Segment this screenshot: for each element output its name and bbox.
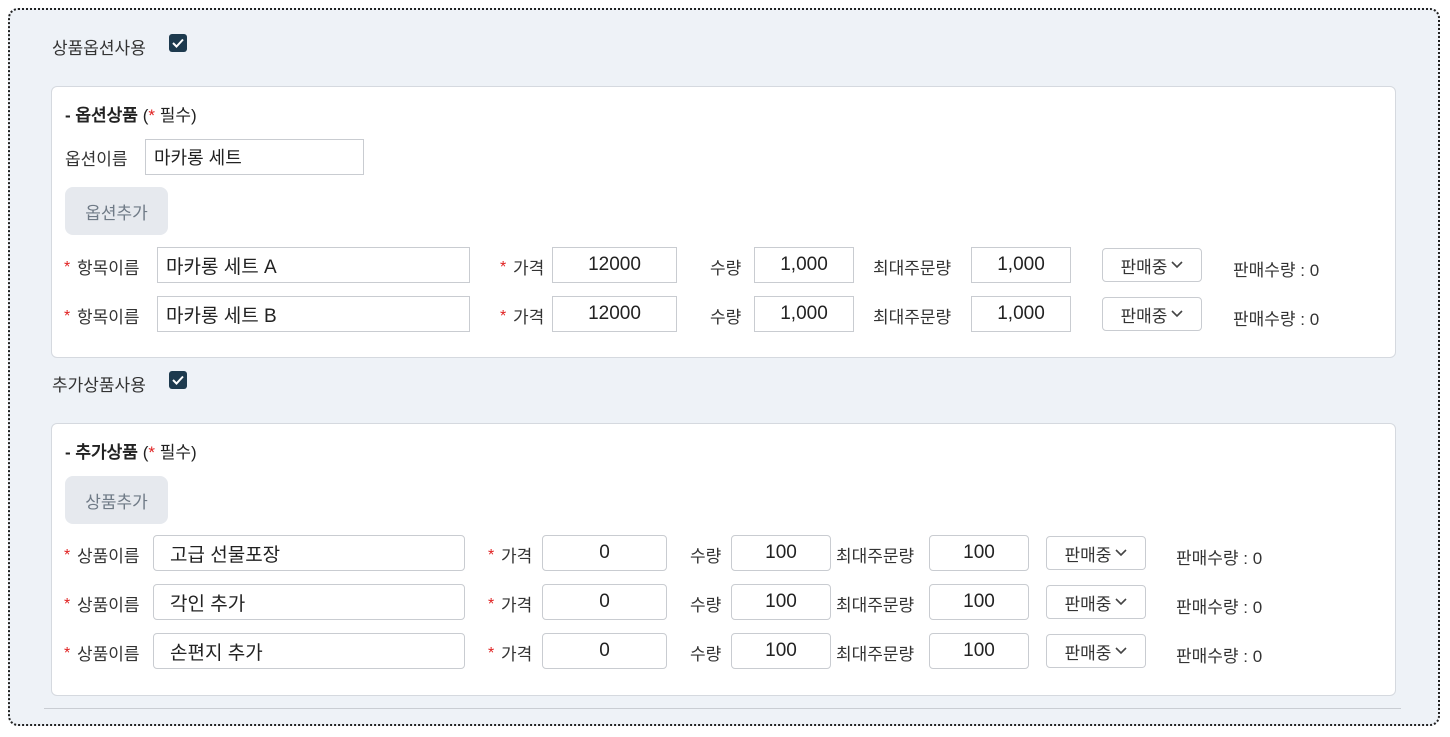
quantity-input[interactable]: 100 xyxy=(731,633,831,669)
divider xyxy=(44,708,1401,709)
add-option-button[interactable]: 옵션추가 xyxy=(65,187,168,235)
addon-section-title: - 추가상품 (* 필수) xyxy=(65,443,197,462)
chevron-down-icon xyxy=(1115,647,1128,655)
required-star-icon: * xyxy=(64,308,71,325)
max-order-label: 최대주문량 xyxy=(873,259,952,278)
quantity-input[interactable]: 100 xyxy=(731,535,831,571)
quantity-input[interactable]: 1,000 xyxy=(754,296,854,332)
add-addon-button[interactable]: 상품추가 xyxy=(65,476,168,524)
addon-use-label: 추가상품사용 xyxy=(52,376,146,395)
item-name-label: 항목이름 xyxy=(77,259,140,278)
sale-status-select[interactable]: 판매중 xyxy=(1046,536,1146,570)
max-order-input[interactable]: 100 xyxy=(929,535,1029,571)
sale-status-select[interactable]: 판매중 xyxy=(1046,585,1146,619)
price-label: 가격 xyxy=(513,308,545,327)
price-input[interactable]: 0 xyxy=(542,535,667,571)
price-label: 가격 xyxy=(513,259,545,278)
price-input[interactable]: 0 xyxy=(542,633,667,669)
item-name-input[interactable]: 고급 선물포장 xyxy=(153,535,465,571)
required-star-icon: * xyxy=(488,596,495,613)
sale-status-select[interactable]: 판매중 xyxy=(1102,297,1202,331)
item-name-input[interactable]: 마카롱 세트 A xyxy=(157,247,470,283)
sale-status-value: 판매중 xyxy=(1064,545,1112,565)
max-order-input[interactable]: 100 xyxy=(929,633,1029,669)
price-label: 가격 xyxy=(501,645,533,664)
quantity-label: 수량 xyxy=(710,259,742,278)
sold-count-label: 판매수량 : 0 xyxy=(1176,598,1263,617)
item-name-label: 상품이름 xyxy=(77,645,140,664)
price-input[interactable]: 0 xyxy=(542,584,667,620)
chevron-down-icon xyxy=(1115,549,1128,557)
max-order-label: 최대주문량 xyxy=(873,308,952,327)
item-name-input[interactable]: 각인 추가 xyxy=(153,584,465,620)
required-star-icon: * xyxy=(488,645,495,662)
sold-count-label: 판매수량 : 0 xyxy=(1176,549,1263,568)
chevron-down-icon xyxy=(1171,261,1184,269)
option-use-label: 상품옵션사용 xyxy=(52,39,146,58)
max-order-label: 최대주문량 xyxy=(836,596,915,615)
sale-status-select[interactable]: 판매중 xyxy=(1046,634,1146,668)
quantity-label: 수량 xyxy=(690,645,722,664)
addon-use-checkbox[interactable] xyxy=(169,371,187,389)
sold-count-label: 판매수량 : 0 xyxy=(1233,310,1320,329)
quantity-label: 수량 xyxy=(710,308,742,327)
required-star-icon: * xyxy=(64,596,71,613)
item-name-label: 상품이름 xyxy=(77,547,140,566)
price-label: 가격 xyxy=(501,547,533,566)
max-order-input[interactable]: 1,000 xyxy=(971,296,1071,332)
max-order-label: 최대주문량 xyxy=(836,645,915,664)
option-name-input[interactable]: 마카롱 세트 xyxy=(145,139,364,175)
option-use-checkbox[interactable] xyxy=(169,34,187,52)
quantity-input[interactable]: 1,000 xyxy=(754,247,854,283)
max-order-input[interactable]: 1,000 xyxy=(971,247,1071,283)
required-star-icon: * xyxy=(488,547,495,564)
required-star-icon: * xyxy=(148,106,155,125)
item-name-label: 항목이름 xyxy=(77,308,140,327)
quantity-input[interactable]: 100 xyxy=(731,584,831,620)
option-section-title: - 옵션상품 (* 필수) xyxy=(65,106,197,125)
sale-status-value: 판매중 xyxy=(1064,594,1112,614)
item-name-label: 상품이름 xyxy=(77,596,140,615)
required-star-icon: * xyxy=(64,547,71,564)
check-icon xyxy=(172,38,184,48)
chevron-down-icon xyxy=(1171,310,1184,318)
check-icon xyxy=(172,375,184,385)
required-star-icon: * xyxy=(500,259,507,276)
item-name-input[interactable]: 마카롱 세트 B xyxy=(157,296,470,332)
chevron-down-icon xyxy=(1115,598,1128,606)
sale-status-value: 판매중 xyxy=(1064,643,1112,663)
max-order-input[interactable]: 100 xyxy=(929,584,1029,620)
required-star-icon: * xyxy=(148,443,155,462)
sold-count-label: 판매수량 : 0 xyxy=(1233,261,1320,280)
sold-count-label: 판매수량 : 0 xyxy=(1176,647,1263,666)
sale-status-value: 판매중 xyxy=(1120,257,1168,277)
price-label: 가격 xyxy=(501,596,533,615)
sale-status-select[interactable]: 판매중 xyxy=(1102,248,1202,282)
sale-status-value: 판매중 xyxy=(1120,306,1168,326)
item-name-input[interactable]: 손편지 추가 xyxy=(153,633,465,669)
price-input[interactable]: 12000 xyxy=(552,296,677,332)
required-star-icon: * xyxy=(64,259,71,276)
option-name-label: 옵션이름 xyxy=(65,150,128,169)
required-star-icon: * xyxy=(500,308,507,325)
required-star-icon: * xyxy=(64,645,71,662)
price-input[interactable]: 12000 xyxy=(552,247,677,283)
max-order-label: 최대주문량 xyxy=(836,547,915,566)
quantity-label: 수량 xyxy=(690,547,722,566)
quantity-label: 수량 xyxy=(690,596,722,615)
